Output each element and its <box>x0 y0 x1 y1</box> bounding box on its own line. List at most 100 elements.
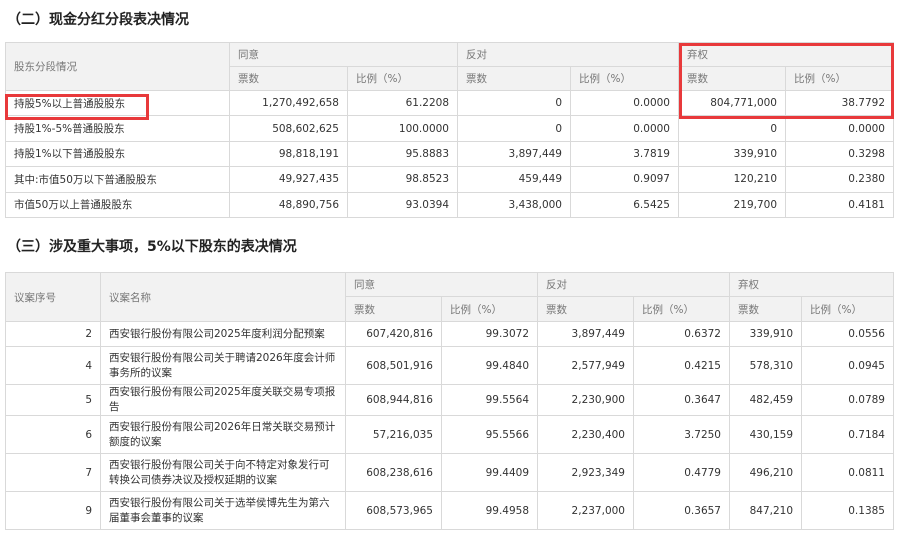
abstain-votes: 482,459 <box>729 384 802 416</box>
abstain-votes: 804,771,000 <box>678 89 786 117</box>
agree-votes: 608,238,616 <box>345 453 442 492</box>
agree-ratio: 99.4409 <box>441 453 538 492</box>
abstain-votes: 120,210 <box>678 166 786 193</box>
table-row: 持股5%以上普通股股东 1,270,492,658 61.2208 0 0.00… <box>5 89 894 117</box>
abstain-votes: 578,310 <box>729 346 802 385</box>
table-row: 9 西安银行股份有限公司关于选举侯博先生为第六届董事会董事的议案 608,573… <box>5 491 894 530</box>
proposal-name: 西安银行股份有限公司2025年度关联交易专项报告 <box>100 384 346 416</box>
oppose-votes: 3,897,449 <box>457 140 571 168</box>
agree-votes: 48,890,756 <box>229 191 348 218</box>
header-oppose: 反对 <box>457 42 679 67</box>
table-row: 7 西安银行股份有限公司关于向不特定对象发行可转换公司债券决议及授权延期的议案 … <box>5 453 894 492</box>
row-label: 其中:市值50万以下普通股股东 <box>5 166 230 193</box>
agree-ratio: 95.8883 <box>347 140 458 168</box>
proposal-name: 西安银行股份有限公司关于聘请2026年度会计师事务所的议案 <box>100 346 346 385</box>
header-ratio: 比例（%） <box>347 66 458 91</box>
header-proposal-number: 议案序号 <box>5 272 101 322</box>
agree-ratio: 95.5566 <box>441 415 538 454</box>
table-row: 持股1%-5%普通股股东 508,602,625 100.0000 0 0.00… <box>5 115 894 142</box>
oppose-votes: 0 <box>457 89 571 117</box>
proposal-number: 6 <box>5 415 101 454</box>
abstain-ratio: 0.0556 <box>801 321 894 347</box>
header-votes: 票数 <box>229 66 348 91</box>
proposal-number: 5 <box>5 384 101 416</box>
agree-ratio: 99.3072 <box>441 321 538 347</box>
header-votes: 票数 <box>678 66 786 91</box>
row-label: 持股5%以上普通股股东 <box>5 89 230 117</box>
abstain-votes: 219,700 <box>678 191 786 218</box>
proposal-number: 2 <box>5 321 101 347</box>
oppose-votes: 2,237,000 <box>537 491 634 530</box>
header-oppose: 反对 <box>537 272 730 297</box>
proposal-name: 西安银行股份有限公司2026年日常关联交易预计额度的议案 <box>100 415 346 454</box>
proposal-number: 9 <box>5 491 101 530</box>
oppose-ratio: 0.3647 <box>633 384 730 416</box>
agree-votes: 508,602,625 <box>229 115 348 142</box>
table-header-row: 议案序号 议案名称 同意 反对 弃权 <box>5 272 894 322</box>
abstain-ratio: 0.1385 <box>801 491 894 530</box>
abstain-ratio: 0.0945 <box>801 346 894 385</box>
abstain-ratio: 0.3298 <box>785 140 894 168</box>
proposal-name: 西安银行股份有限公司关于选举侯博先生为第六届董事会董事的议案 <box>100 491 346 530</box>
agree-ratio: 61.2208 <box>347 89 458 117</box>
table-header-row: 股东分段情况 同意 反对 弃权 <box>5 42 894 91</box>
abstain-votes: 0 <box>678 115 786 142</box>
table-row: 5 西安银行股份有限公司2025年度关联交易专项报告 608,944,816 9… <box>5 384 894 416</box>
table-row: 4 西安银行股份有限公司关于聘请2026年度会计师事务所的议案 608,501,… <box>5 346 894 385</box>
agree-votes: 607,420,816 <box>345 321 442 347</box>
row-label: 持股1%以下普通股股东 <box>5 140 230 168</box>
abstain-ratio: 0.0789 <box>801 384 894 416</box>
oppose-ratio: 0.4215 <box>633 346 730 385</box>
row-label: 持股1%-5%普通股股东 <box>5 115 230 142</box>
proposal-name: 西安银行股份有限公司关于向不特定对象发行可转换公司债券决议及授权延期的议案 <box>100 453 346 492</box>
oppose-votes: 3,897,449 <box>537 321 634 347</box>
agree-ratio: 99.4958 <box>441 491 538 530</box>
agree-votes: 98,818,191 <box>229 140 348 168</box>
agree-votes: 608,501,916 <box>345 346 442 385</box>
table-row: 其中:市值50万以下普通股股东 49,927,435 98.8523 459,4… <box>5 166 894 193</box>
header-ratio: 比例（%） <box>785 66 894 91</box>
section2-title: （二）现金分红分段表决情况 <box>7 12 189 28</box>
header-agree: 同意 <box>229 42 458 67</box>
header-ratio: 比例（%） <box>633 296 730 322</box>
header-proposal-name: 议案名称 <box>100 272 346 322</box>
abstain-ratio: 38.7792 <box>785 89 894 117</box>
abstain-ratio: 0.0000 <box>785 115 894 142</box>
header-votes: 票数 <box>345 296 442 322</box>
agree-ratio: 99.4840 <box>441 346 538 385</box>
agree-votes: 57,216,035 <box>345 415 442 454</box>
agree-ratio: 99.5564 <box>441 384 538 416</box>
section3-title: （三）涉及重大事项，5%以下股东的表决情况 <box>7 239 297 255</box>
oppose-votes: 2,923,349 <box>537 453 634 492</box>
abstain-votes: 496,210 <box>729 453 802 492</box>
oppose-votes: 2,230,900 <box>537 384 634 416</box>
oppose-ratio: 0.3657 <box>633 491 730 530</box>
abstain-ratio: 0.0811 <box>801 453 894 492</box>
agree-ratio: 93.0394 <box>347 191 458 218</box>
agree-votes: 608,944,816 <box>345 384 442 416</box>
major-matters-vote-table: 议案序号 议案名称 同意 反对 弃权 票数 比例（%） 票数 比例（%） 票数 … <box>5 272 894 530</box>
table-row: 持股1%以下普通股股东 98,818,191 95.8883 3,897,449… <box>5 140 894 168</box>
segment-vote-table: 股东分段情况 同意 反对 弃权 票数 比例（%） 票数 比例（%） 票数 比例（… <box>5 42 894 218</box>
proposal-name: 西安银行股份有限公司2025年度利润分配预案 <box>100 321 346 347</box>
oppose-ratio: 3.7819 <box>570 140 679 168</box>
oppose-ratio: 3.7250 <box>633 415 730 454</box>
oppose-ratio: 6.5425 <box>570 191 679 218</box>
oppose-votes: 2,230,400 <box>537 415 634 454</box>
oppose-ratio: 0.9097 <box>570 166 679 193</box>
header-votes: 票数 <box>729 296 802 322</box>
abstain-votes: 339,910 <box>678 140 786 168</box>
agree-votes: 49,927,435 <box>229 166 348 193</box>
abstain-ratio: 0.7184 <box>801 415 894 454</box>
oppose-ratio: 0.0000 <box>570 89 679 117</box>
header-ratio: 比例（%） <box>570 66 679 91</box>
header-abstain: 弃权 <box>678 42 894 67</box>
oppose-votes: 459,449 <box>457 166 571 193</box>
abstain-votes: 430,159 <box>729 415 802 454</box>
proposal-number: 7 <box>5 453 101 492</box>
abstain-votes: 847,210 <box>729 491 802 530</box>
table-row: 2 西安银行股份有限公司2025年度利润分配预案 607,420,816 99.… <box>5 321 894 347</box>
header-ratio: 比例（%） <box>801 296 894 322</box>
table-row: 市值50万以上普通股股东 48,890,756 93.0394 3,438,00… <box>5 191 894 218</box>
header-ratio: 比例（%） <box>441 296 538 322</box>
